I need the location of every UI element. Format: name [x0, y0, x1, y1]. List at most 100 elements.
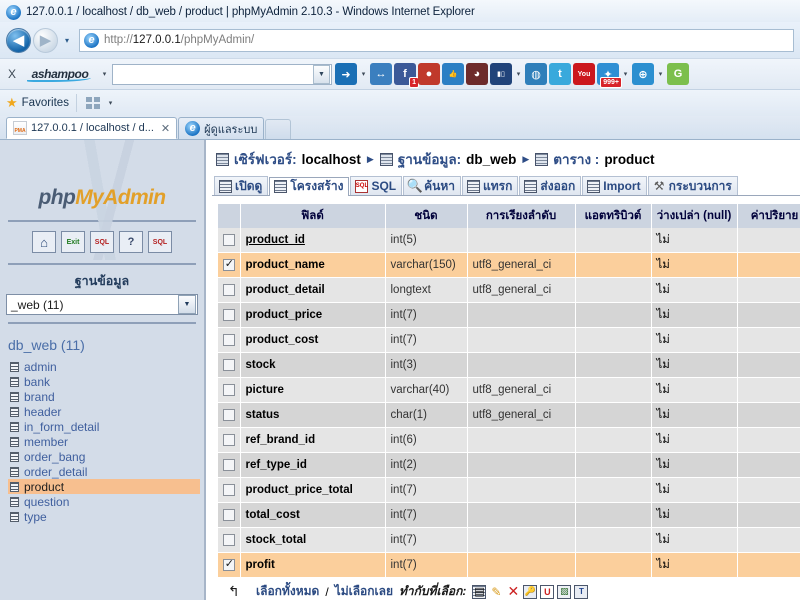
- notifications-icon[interactable]: ✦999+: [597, 63, 619, 85]
- favorites-grid-icon[interactable]: [84, 95, 102, 111]
- tab-export[interactable]: ส่งออก: [519, 176, 581, 195]
- table-row[interactable]: product_namevarchar(150)utf8_general_ciไ…: [218, 253, 800, 278]
- home-icon[interactable]: ⌂: [32, 231, 56, 253]
- field-name-link[interactable]: product_price_total: [246, 484, 353, 496]
- messages-icon[interactable]: ◕: [466, 63, 488, 85]
- row-checkbox-cell[interactable]: [218, 353, 240, 378]
- current-database-title[interactable]: db_web (11): [0, 328, 204, 359]
- back-button[interactable]: ◀: [6, 28, 31, 53]
- row-checkbox[interactable]: [223, 359, 235, 371]
- tab-sql[interactable]: SQLSQL: [350, 176, 402, 195]
- search-dropdown-chevron-down-icon[interactable]: ▼: [313, 65, 330, 84]
- field-name-link[interactable]: stock_total: [246, 534, 307, 546]
- fulltext-action-icon[interactable]: T: [574, 585, 588, 599]
- tab-admin[interactable]: eผู้ดูแลระบบ: [178, 117, 264, 139]
- youtube-icon[interactable]: You: [573, 63, 595, 85]
- sql-query-icon[interactable]: SQL: [90, 231, 114, 253]
- table-row[interactable]: product_costint(7)ไม่: [218, 328, 800, 353]
- close-tab-icon[interactable]: ✕: [161, 122, 170, 135]
- row-checkbox-cell[interactable]: [218, 328, 240, 353]
- facebook-icon[interactable]: f1: [394, 63, 416, 85]
- resize-icon[interactable]: ↔: [370, 63, 392, 85]
- sql-info-icon[interactable]: SQL: [148, 231, 172, 253]
- row-checkbox[interactable]: [223, 459, 235, 471]
- tab-phpmyadmin[interactable]: PMA127.0.0.1 / localhost / d...✕: [6, 117, 177, 139]
- sidebar-table-type[interactable]: type: [8, 509, 200, 524]
- field-name-link[interactable]: status: [246, 409, 280, 421]
- field-name-link[interactable]: picture: [246, 384, 284, 396]
- sync-icon-chevron-down-icon[interactable]: ▾: [359, 70, 368, 78]
- field-name-link[interactable]: profit: [246, 559, 275, 571]
- stats-icon-chevron-down-icon[interactable]: ▾: [514, 70, 523, 78]
- field-name-link[interactable]: product_id: [246, 234, 305, 246]
- row-checkbox-cell[interactable]: [218, 528, 240, 553]
- favorites-label[interactable]: Favorites: [22, 97, 69, 109]
- sidebar-table-member[interactable]: member: [8, 434, 200, 449]
- drop-action-icon[interactable]: ✕: [506, 585, 520, 599]
- primary-action-icon[interactable]: 🔑: [523, 585, 537, 599]
- sidebar-table-product[interactable]: product: [8, 479, 200, 494]
- row-checkbox[interactable]: [223, 309, 235, 321]
- thumbs-up-icon[interactable]: 👍: [442, 63, 464, 85]
- logout-icon[interactable]: Exit: [61, 231, 85, 253]
- notifications-icon-chevron-down-icon[interactable]: ▾: [621, 70, 630, 78]
- row-checkbox-cell[interactable]: [218, 378, 240, 403]
- google-icon[interactable]: G: [667, 63, 689, 85]
- row-checkbox-cell[interactable]: [218, 228, 240, 253]
- sidebar-table-admin[interactable]: admin: [8, 359, 200, 374]
- row-checkbox[interactable]: [223, 509, 235, 521]
- field-name-link[interactable]: ref_type_id: [246, 459, 307, 471]
- row-checkbox[interactable]: [223, 434, 235, 446]
- new-tab-button[interactable]: [265, 119, 291, 139]
- row-checkbox[interactable]: [223, 284, 235, 296]
- help-icon[interactable]: ?: [119, 231, 143, 253]
- unselect-all-link[interactable]: ไม่เลือกเลย: [335, 582, 393, 600]
- sidebar-table-order_detail[interactable]: order_detail: [8, 464, 200, 479]
- globe-icon[interactable]: ◍: [525, 63, 547, 85]
- browse-action-icon[interactable]: ▤: [472, 585, 486, 599]
- database-select[interactable]: _web (11) ▼: [6, 294, 198, 315]
- ashampoo-search-input[interactable]: ▼: [112, 64, 332, 85]
- sidebar-table-bank[interactable]: bank: [8, 374, 200, 389]
- field-name-link[interactable]: total_cost: [246, 509, 300, 521]
- sidebar-table-question[interactable]: question: [8, 494, 200, 509]
- row-checkbox-cell[interactable]: [218, 428, 240, 453]
- ashampoo-menu-chevron-down-icon[interactable]: ▾: [100, 70, 109, 78]
- phpmyadmin-logo[interactable]: phpMyAdmin: [0, 186, 204, 210]
- row-checkbox[interactable]: [223, 259, 235, 271]
- alerts-icon[interactable]: ●: [418, 63, 440, 85]
- breadcrumb-table-value[interactable]: product: [604, 152, 654, 167]
- table-row[interactable]: product_detaillongtextutf8_general_ciไม่: [218, 278, 800, 303]
- tab-structure[interactable]: โครงสร้าง: [269, 177, 349, 196]
- table-row[interactable]: ref_brand_idint(6)ไม่: [218, 428, 800, 453]
- twitter-icon[interactable]: t: [549, 63, 571, 85]
- field-name-link[interactable]: product_cost: [246, 334, 319, 346]
- row-checkbox[interactable]: [223, 409, 235, 421]
- table-row[interactable]: product_price_totalint(7)ไม่: [218, 478, 800, 503]
- row-checkbox-cell[interactable]: [218, 403, 240, 428]
- tab-search[interactable]: 🔍ค้นหา: [403, 176, 461, 195]
- breadcrumb-db-value[interactable]: db_web: [466, 152, 516, 167]
- select-all-link[interactable]: เลือกทั้งหมด: [256, 582, 319, 600]
- recent-pages-chevron-down-icon[interactable]: ▾: [60, 28, 74, 53]
- row-checkbox[interactable]: [223, 334, 235, 346]
- table-row[interactable]: profitint(7)ไม่: [218, 553, 800, 578]
- row-checkbox[interactable]: [223, 234, 235, 246]
- table-row[interactable]: total_costint(7)ไม่: [218, 503, 800, 528]
- breadcrumb-server-value[interactable]: localhost: [302, 152, 361, 167]
- add-computer-icon-chevron-down-icon[interactable]: ▾: [656, 70, 665, 78]
- field-name-link[interactable]: ref_brand_id: [246, 434, 316, 446]
- sidebar-table-in_form_detail[interactable]: in_form_detail: [8, 419, 200, 434]
- row-checkbox-cell[interactable]: [218, 478, 240, 503]
- table-row[interactable]: statuschar(1)utf8_general_ciไม่: [218, 403, 800, 428]
- table-row[interactable]: stockint(3)ไม่: [218, 353, 800, 378]
- add-computer-icon[interactable]: ⊕: [632, 63, 654, 85]
- forward-button[interactable]: ▶: [33, 28, 58, 53]
- row-checkbox[interactable]: [223, 384, 235, 396]
- tab-insert[interactable]: แทรก: [462, 176, 518, 195]
- field-name-link[interactable]: product_detail: [246, 284, 325, 296]
- table-row[interactable]: picturevarchar(40)utf8_general_ciไม่: [218, 378, 800, 403]
- favorites-chevron-down-icon[interactable]: ▾: [106, 99, 115, 107]
- row-checkbox-cell[interactable]: [218, 553, 240, 578]
- row-checkbox-cell[interactable]: [218, 503, 240, 528]
